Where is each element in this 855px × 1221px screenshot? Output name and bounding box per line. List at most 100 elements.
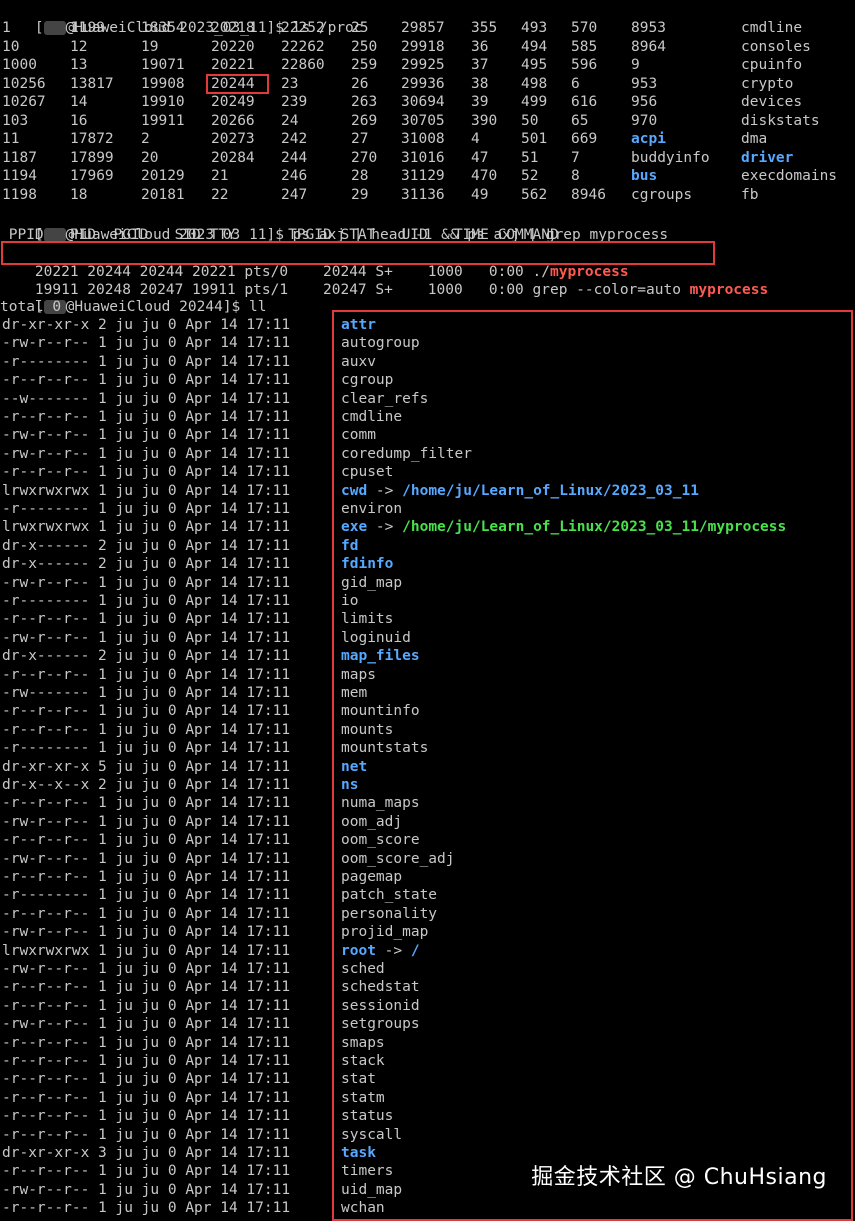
proc-entry: 970 (631, 112, 658, 129)
proc-entry: 20284 (211, 149, 255, 166)
file-permissions: dr-xr-xr-x 3 ju ju 0 Apr 14 17:11 (2, 1145, 291, 1161)
proc-entry: 30694 (401, 94, 445, 110)
file-permissions: -r--r--r-- 1 ju ju 0 Apr 14 17:11 (2, 666, 291, 683)
file-permissions: -rw-r--r-- 1 ju ju 0 Apr 14 17:11 (2, 574, 291, 591)
proc-entry: cpuinfo (741, 57, 803, 73)
proc-entry: 562 (521, 186, 548, 203)
proc-entry: 22252 (281, 20, 325, 36)
proc-entry: execdomains (741, 168, 838, 184)
ps-row-grep: 19911 20248 20247 19911 pts/1 20247 S+ 1… (34, 282, 769, 298)
proc-entry: 22 (211, 186, 229, 203)
proc-entry: 355 (471, 20, 498, 36)
proc-entry: 8964 (631, 38, 666, 55)
proc-entry: 31016 (401, 149, 445, 166)
proc-entry: acpi (631, 131, 666, 147)
proc-entry: 18 (70, 186, 88, 203)
proc-entry: 499 (521, 94, 548, 110)
proc-entry: 669 (571, 131, 598, 147)
proc-entry: 501 (521, 131, 548, 147)
proc-entry: 6 (571, 75, 580, 92)
watermark: 掘金技术社区 @ ChuHsiang (531, 1165, 827, 1190)
file-permissions: -r--r--r-- 1 ju ju 0 Apr 14 17:11 (2, 979, 291, 996)
proc-entry: 19910 (141, 94, 185, 110)
proc-entry: 39 (471, 94, 489, 110)
command-text: ll (249, 299, 267, 315)
proc-entry: 4 (471, 131, 480, 147)
file-permissions: lrwxrwxrwx 1 ju ju 0 Apr 14 17:11 (2, 519, 291, 536)
proc-row: 10267 14 19910 20249 239 263 30694 39 499 616 956 d… (0, 93, 855, 111)
proc-entry: 29857 (401, 20, 445, 36)
proc-entry: 22262 (281, 38, 325, 55)
proc-row: 1000 13 19071 20221 22860 259 29925 37 495 596 9 cp… (0, 56, 855, 74)
file-permissions: -rw------- 1 ju ju 0 Apr 14 17:11 (2, 685, 291, 701)
proc-entry: 242 (281, 131, 308, 147)
proc-entry: 8946 (571, 186, 606, 203)
proc-entry: 9 (631, 57, 640, 73)
proc-entry: 7 (571, 149, 580, 166)
proc-entry: 28 (351, 168, 369, 184)
proc-entry: 570 (571, 20, 598, 36)
proc-entry: 239 (281, 94, 308, 110)
proc-row: 1198 18 20181 22 247 29 31136 49 562 8946 cgroups f… (0, 186, 855, 204)
proc-entry: 103 (2, 112, 29, 129)
proc-entry: 36 (471, 38, 489, 55)
proc-entry: 20273 (211, 131, 255, 147)
proc-entry: 494 (521, 38, 548, 55)
proc-entry: 498 (521, 75, 548, 92)
file-permissions: -r--r--r-- 1 ju ju 0 Apr 14 17:11 (2, 1071, 291, 1088)
file-permissions: -rw-r--r-- 1 ju ju 0 Apr 14 17:11 (2, 924, 291, 941)
proc-entry: 20266 (211, 112, 255, 129)
proc-row: 10 12 19 20220 22262 250 29918 36 494 585 8964 cons… (0, 38, 855, 56)
proc-entry: 37 (471, 57, 489, 73)
highlight-box-process-row (1, 241, 715, 265)
file-permissions: lrwxrwxrwx 1 ju ju 0 Apr 14 17:11 (2, 482, 291, 499)
proc-entry: 259 (351, 57, 378, 73)
file-permissions: -r--r--r-- 1 ju ju 0 Apr 14 17:11 (2, 832, 291, 849)
proc-entry: 270 (351, 149, 378, 166)
proc-entry: 21 (211, 168, 229, 184)
proc-entry: 269 (351, 112, 378, 129)
file-permissions: -r-------- 1 ju ju 0 Apr 14 17:11 (2, 887, 291, 904)
proc-entry: 22860 (281, 57, 325, 73)
highlight-box-names (332, 310, 853, 1221)
proc-entry: 11 (2, 131, 20, 147)
file-permissions: -r--r--r-- 1 ju ju 0 Apr 14 17:11 (2, 795, 291, 812)
proc-entry: 1000 (2, 57, 37, 73)
prompt-line-2: [@HuaweiCloud 2023_03_11]$ ps axj | head… (34, 227, 669, 243)
proc-entry: 20221 (211, 57, 255, 73)
proc-entry: dma (741, 131, 768, 147)
proc-entry: 30705 (401, 112, 445, 129)
proc-entry: 390 (471, 112, 498, 129)
proc-entry: 18354 (141, 20, 185, 36)
file-permissions: -r--r--r-- 1 ju ju 0 Apr 14 17:11 (2, 1089, 291, 1106)
grep-match-highlight: myprocess (689, 282, 769, 298)
proc-entry: 19071 (141, 57, 185, 73)
proc-entry: 25 (351, 20, 369, 36)
file-permissions: dr-x--x--x 2 ju ju 0 Apr 14 17:11 (2, 777, 291, 793)
proc-entry: 29 (351, 186, 369, 203)
file-permissions: dr-xr-xr-x 2 ju ju 0 Apr 14 17:11 (2, 317, 291, 333)
file-permissions: -rw-r--r-- 1 ju ju 0 Apr 14 17:11 (2, 850, 291, 867)
proc-entry: 12 (70, 38, 88, 55)
proc-row: 1194 17969 20129 21 246 28 31129 470 52 8 bus execd… (0, 167, 855, 185)
proc-entry: 19908 (141, 75, 185, 92)
proc-entry: 20 (141, 149, 159, 166)
file-permissions: -rw-r--r-- 1 ju ju 0 Apr 14 17:11 (2, 961, 291, 977)
proc-entry: consoles (741, 38, 811, 55)
proc-entry: 956 (631, 94, 658, 110)
proc-entry: cmdline (741, 20, 803, 36)
proc-entry: 47 (471, 149, 489, 166)
proc-entry: 23 (281, 75, 299, 92)
proc-row: 10256 13817 19908 20244 23 26 29936 38 498 6 953 cr… (0, 75, 855, 93)
proc-entry: cgroups (631, 186, 693, 203)
file-permissions: dr-x------ 2 ju ju 0 Apr 14 17:11 (2, 556, 291, 573)
file-permissions: -r--r--r-- 1 ju ju 0 Apr 14 17:11 (2, 905, 291, 922)
file-permissions: -r--r--r-- 1 ju ju 0 Apr 14 17:11 (2, 703, 291, 720)
proc-entry: 495 (521, 57, 548, 73)
file-permissions: -r--r--r-- 1 ju ju 0 Apr 14 17:11 (2, 1126, 291, 1143)
file-permissions: -r-------- 1 ju ju 0 Apr 14 17:11 (2, 501, 291, 517)
proc-entry: 250 (351, 38, 378, 55)
file-permissions: dr-x------ 2 ju ju 0 Apr 14 17:11 (2, 648, 291, 665)
prompt-line-3: [@HuaweiCloud 20244]$ ll (34, 299, 267, 315)
proc-entry: 2 (141, 131, 150, 147)
